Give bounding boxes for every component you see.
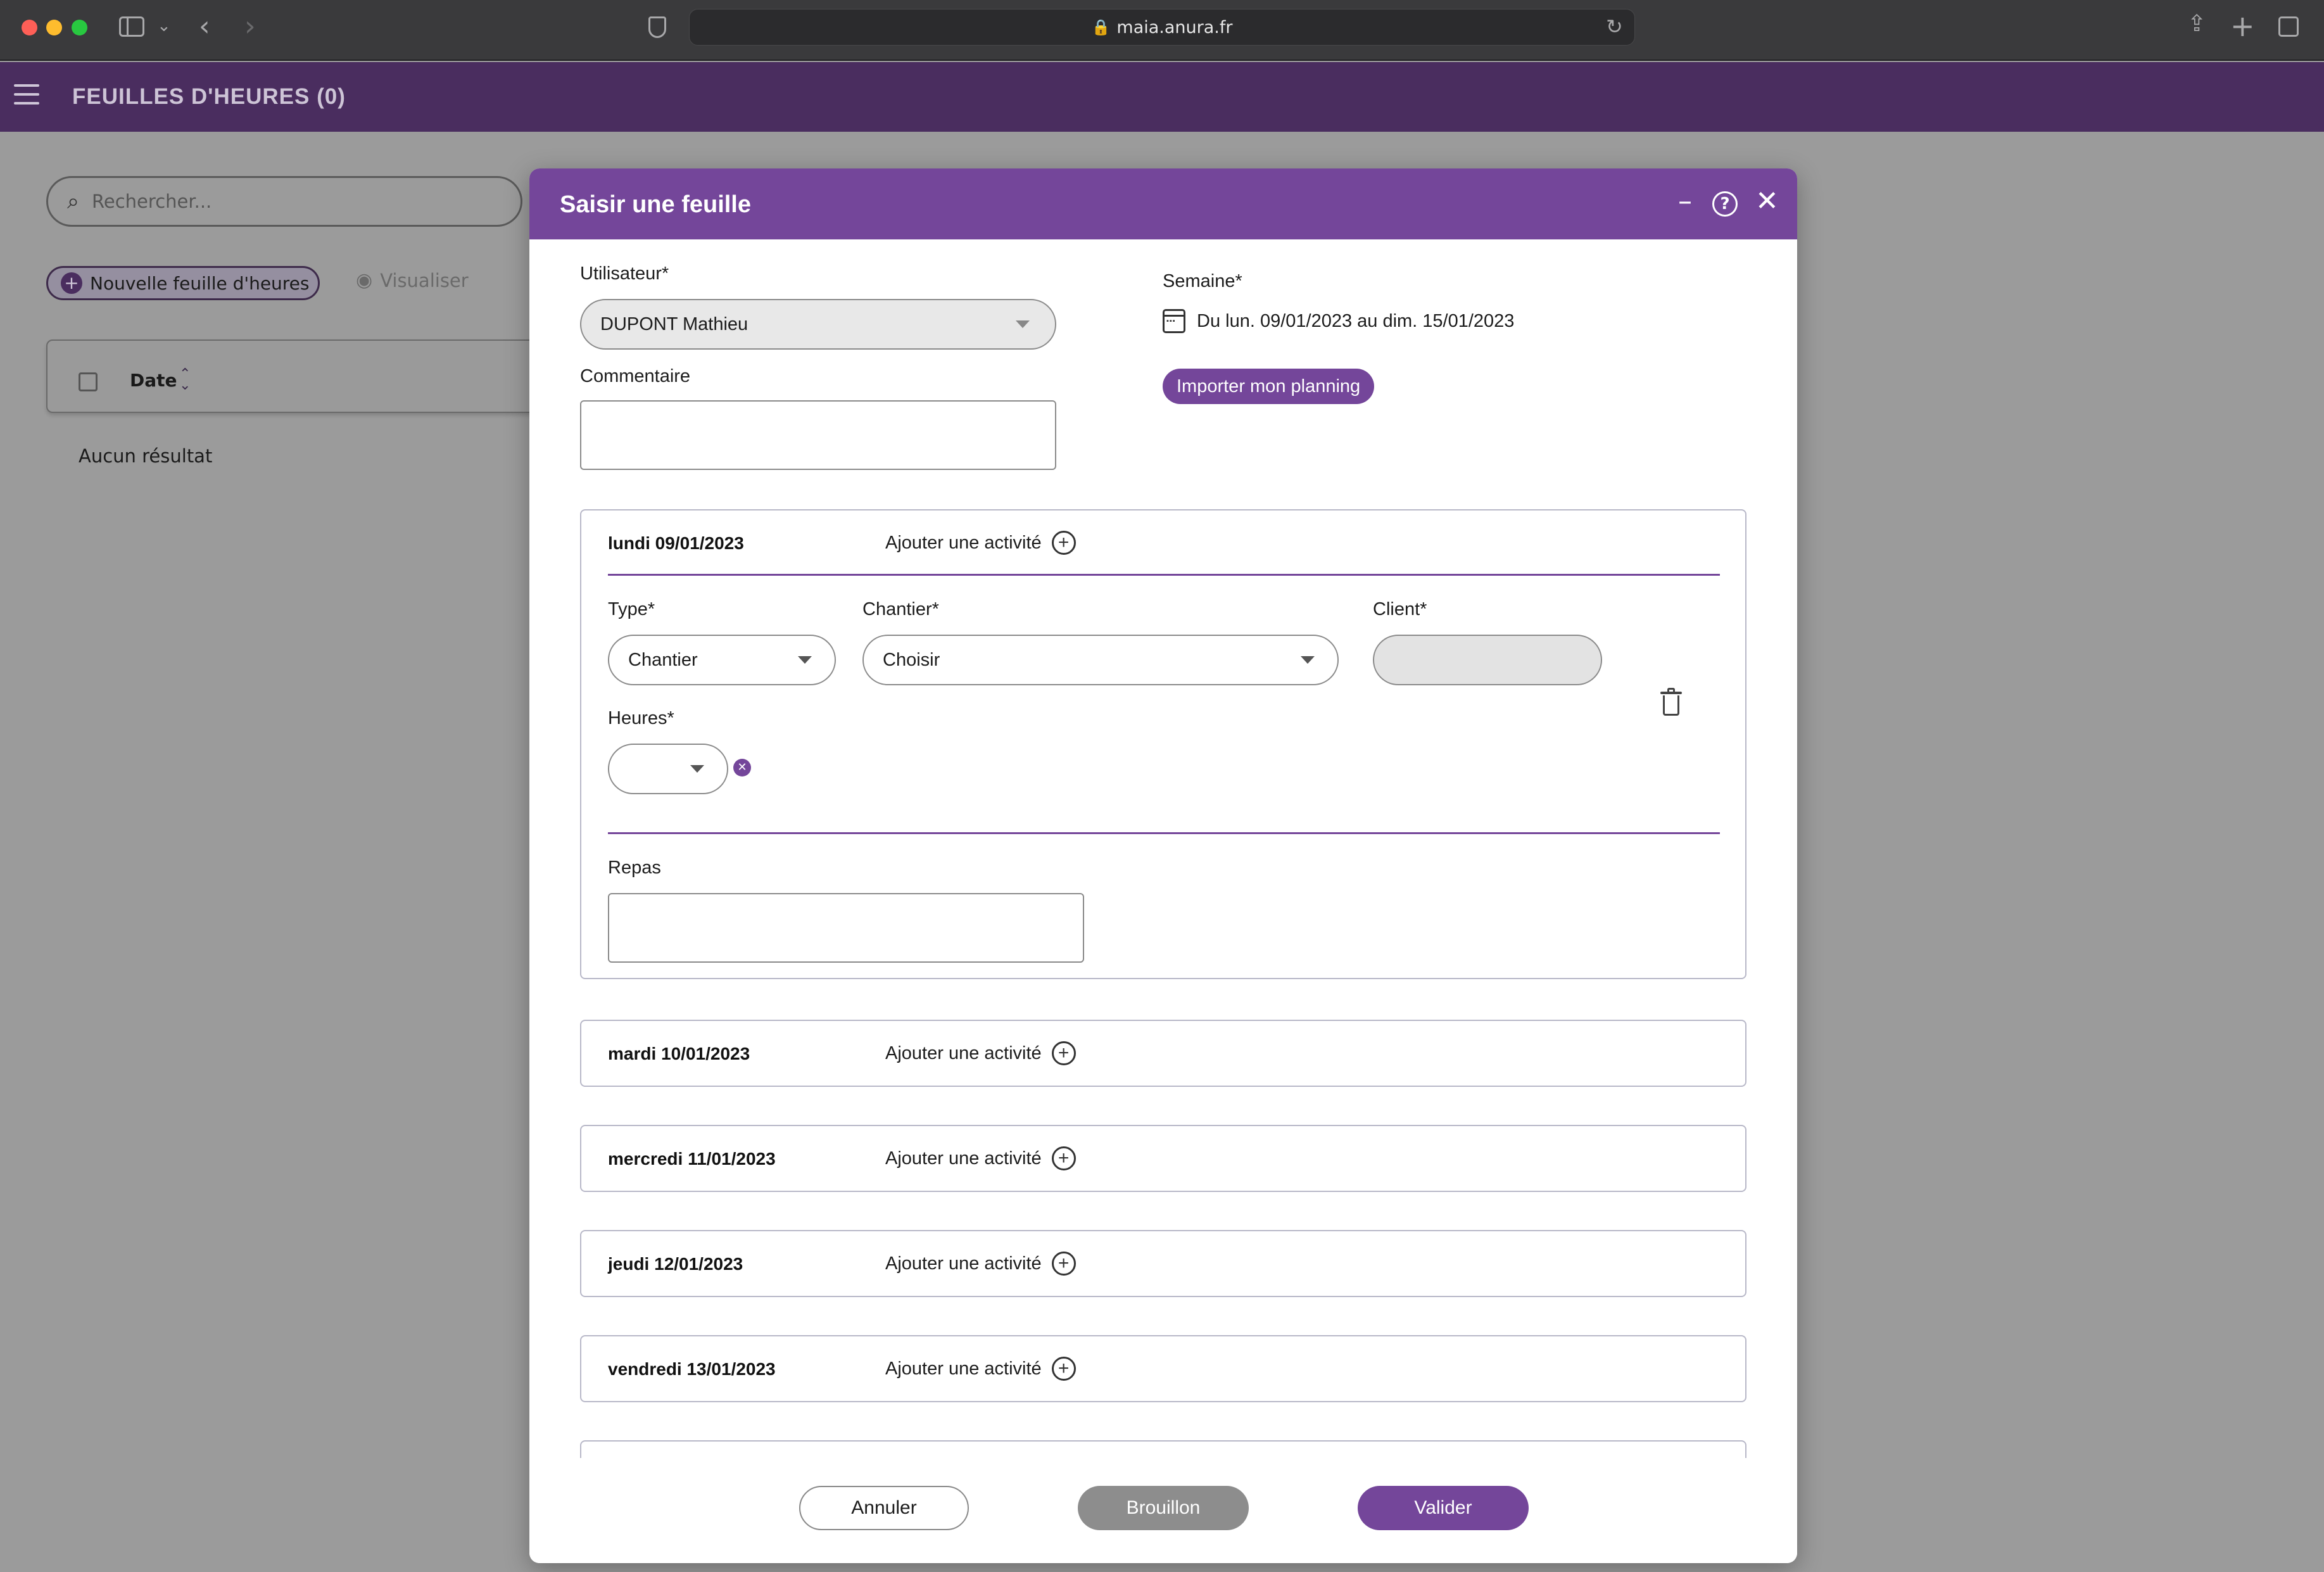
cancel-button[interactable]: Annuler: [799, 1486, 969, 1530]
forward-icon[interactable]: ›: [244, 13, 256, 41]
day-card-thursday: jeudi 12/01/2023 Ajouter une activité +: [580, 1230, 1746, 1297]
site-select[interactable]: Choisir: [862, 635, 1339, 685]
plus-circle-icon: +: [1051, 531, 1076, 555]
search-input[interactable]: ⌕ Rechercher...: [46, 176, 522, 227]
add-activity-label: Ajouter une activité: [885, 532, 1042, 553]
reload-icon[interactable]: ↻: [1606, 16, 1623, 37]
search-icon: ⌕: [67, 189, 80, 214]
shield-icon[interactable]: [648, 16, 666, 38]
add-activity-button[interactable]: Ajouter une activité +: [885, 531, 1076, 555]
new-sheet-button[interactable]: + Nouvelle feuille d'heures: [46, 266, 320, 300]
chevron-down-icon: [690, 765, 704, 773]
site-value: Choisir: [883, 649, 940, 670]
sort-icon[interactable]: ⌃ ⌄: [179, 367, 191, 392]
zoom-window-button[interactable]: [72, 20, 87, 35]
draft-button[interactable]: Brouillon: [1078, 1486, 1249, 1530]
tabs-overview-icon[interactable]: [2278, 16, 2299, 37]
divider: [608, 574, 1720, 576]
clear-hours-icon[interactable]: ✕: [733, 759, 751, 776]
import-planning-button[interactable]: Importer mon planning: [1163, 369, 1375, 404]
hours-select[interactable]: [608, 744, 728, 794]
add-activity-label: Ajouter une activité: [885, 1253, 1042, 1274]
chevron-down-icon: [798, 656, 812, 664]
url-text: maia.anura.fr: [1116, 17, 1233, 37]
help-icon[interactable]: ?: [1712, 191, 1738, 217]
date-column-header[interactable]: Date: [130, 370, 177, 391]
chevron-down-icon[interactable]: ⌄: [157, 18, 171, 34]
plus-circle-icon: +: [1051, 1252, 1076, 1276]
add-activity-label: Ajouter une activité: [885, 1043, 1042, 1063]
validate-button[interactable]: Valider: [1358, 1486, 1529, 1530]
share-icon[interactable]: ⇪: [2187, 13, 2206, 35]
view-label: Visualiser: [380, 269, 469, 291]
comment-label: Commentaire: [580, 366, 691, 386]
comment-field[interactable]: [580, 400, 1056, 470]
close-window-button[interactable]: [22, 20, 37, 35]
site-label: Chantier*: [862, 599, 939, 619]
lock-icon: 🔒: [1091, 18, 1111, 36]
day-card-tuesday: mardi 10/01/2023 Ajouter une activité +: [580, 1020, 1746, 1087]
day-title: mardi 10/01/2023: [608, 1044, 750, 1063]
back-icon[interactable]: ‹: [199, 13, 210, 41]
chevron-down-icon: [1301, 656, 1315, 664]
scroll-clip: [580, 1440, 1746, 1458]
select-all-checkbox[interactable]: [79, 372, 98, 391]
plus-icon: +: [61, 272, 82, 294]
meals-label: Repas: [608, 858, 661, 878]
new-sheet-label: Nouvelle feuille d'heures: [90, 272, 310, 294]
new-tab-icon[interactable]: +: [2230, 11, 2255, 41]
day-card-friday: vendredi 13/01/2023 Ajouter une activité…: [580, 1335, 1746, 1402]
divider: [608, 832, 1720, 834]
address-bar[interactable]: 🔒 maia.anura.fr: [689, 9, 1635, 46]
add-activity-button[interactable]: Ajouter une activité +: [885, 1146, 1076, 1170]
day-card-monday: lundi 09/01/2023 Ajouter une activité + …: [580, 509, 1746, 979]
user-value: DUPONT Mathieu: [600, 314, 748, 334]
type-value: Chantier: [628, 649, 698, 670]
day-title: vendredi 13/01/2023: [608, 1359, 776, 1379]
user-select[interactable]: DUPONT Mathieu: [580, 299, 1056, 350]
week-label: Semaine*: [1163, 271, 1242, 291]
day-title: jeudi 12/01/2023: [608, 1254, 743, 1274]
table-header: [46, 339, 553, 413]
hours-label: Heures*: [608, 708, 674, 728]
add-activity-button[interactable]: Ajouter une activité +: [885, 1252, 1076, 1276]
trash-icon[interactable]: [1660, 688, 1682, 716]
modal-title: Saisir une feuille: [560, 191, 751, 218]
plus-circle-icon: +: [1051, 1146, 1076, 1170]
meals-field[interactable]: [608, 893, 1084, 963]
chevron-down-icon: [1016, 320, 1030, 328]
day-card-saturday: [580, 1440, 1746, 1458]
day-card-wednesday: mercredi 11/01/2023 Ajouter une activité…: [580, 1125, 1746, 1192]
eye-icon: ◉: [356, 269, 373, 291]
close-icon[interactable]: ✕: [1755, 187, 1779, 215]
user-label: Utilisateur*: [580, 263, 669, 284]
add-activity-button[interactable]: Ajouter une activité +: [885, 1357, 1076, 1381]
week-value: Du lun. 09/01/2023 au dim. 15/01/2023: [1197, 310, 1515, 331]
client-field: [1373, 635, 1602, 685]
type-label: Type*: [608, 599, 655, 619]
minimize-icon[interactable]: –: [1678, 187, 1692, 215]
week-picker[interactable]: Du lun. 09/01/2023 au dim. 15/01/2023: [1163, 309, 1514, 333]
app-header: [0, 62, 2324, 132]
timesheet-modal: Saisir une feuille – ? ✕ Utilisateur* DU…: [529, 168, 1797, 1563]
type-select[interactable]: Chantier: [608, 635, 836, 685]
search-placeholder: Rechercher...: [92, 191, 212, 212]
day-title: mercredi 11/01/2023: [608, 1149, 776, 1169]
client-label: Client*: [1373, 599, 1427, 619]
add-activity-button[interactable]: Ajouter une activité +: [885, 1041, 1076, 1065]
add-activity-label: Ajouter une activité: [885, 1148, 1042, 1169]
add-activity-label: Ajouter une activité: [885, 1358, 1042, 1379]
page-title: FEUILLES D'HEURES (0): [72, 84, 346, 109]
sidebar-toggle-icon[interactable]: [119, 16, 144, 37]
empty-state-text: Aucun résultat: [79, 445, 213, 467]
calendar-icon: [1163, 309, 1185, 333]
menu-icon[interactable]: [14, 84, 39, 110]
plus-circle-icon: +: [1051, 1357, 1076, 1381]
minimize-window-button[interactable]: [46, 20, 62, 35]
day-title: lundi 09/01/2023: [608, 533, 744, 553]
view-button[interactable]: ◉ Visualiser: [356, 269, 469, 291]
plus-circle-icon: +: [1051, 1041, 1076, 1065]
